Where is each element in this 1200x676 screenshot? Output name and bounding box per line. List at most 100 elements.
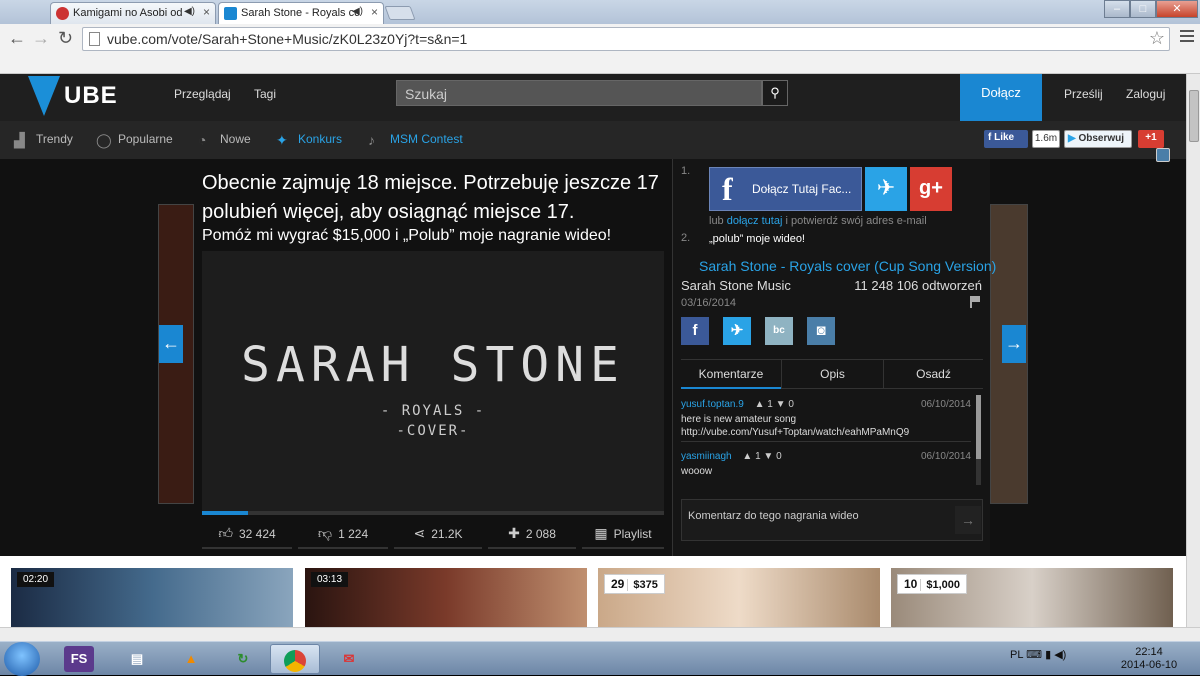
- upload-link[interactable]: Prześlij: [1064, 87, 1103, 101]
- keyboard-icon[interactable]: ⌨: [1026, 649, 1042, 661]
- gplus-join-button[interactable]: g+: [910, 167, 952, 211]
- thumbs-down-icon[interactable]: ▼: [776, 399, 786, 410]
- thumbs-up-icon[interactable]: ▲: [742, 451, 752, 462]
- nav-msm-contest[interactable]: ♪ MSM Contest: [368, 132, 463, 147]
- down-count: 0: [788, 399, 794, 410]
- refresh-app-icon[interactable]: ↻: [218, 644, 268, 674]
- thumbs-up-icon[interactable]: ▲: [755, 399, 765, 410]
- nav-new[interactable]: ◔ Nowe: [198, 132, 251, 147]
- bookmark-star-icon[interactable]: ☆: [1149, 28, 1165, 49]
- login-link[interactable]: Zaloguj: [1126, 87, 1165, 101]
- comment-submit-button[interactable]: →: [955, 506, 981, 534]
- video-title-link[interactable]: Sarah Stone - Royals cover (Cup Song Ver…: [699, 258, 996, 274]
- close-icon[interactable]: ×: [371, 5, 378, 19]
- language-indicator[interactable]: PL: [1010, 649, 1023, 661]
- follow-label: Obserwuj: [1078, 133, 1125, 144]
- like-button[interactable]: 👍︎ 32 424: [202, 519, 292, 549]
- join-button[interactable]: Dołącz: [960, 74, 1042, 121]
- nav-tags-link[interactable]: Tagi: [254, 87, 276, 101]
- forward-arrow-icon[interactable]: →: [32, 28, 50, 49]
- url-text: vube.com/vote/Sarah+Stone+Music/zK0L23z0…: [107, 31, 468, 47]
- nav-popular[interactable]: ◯ Popularne: [96, 132, 173, 147]
- start-button[interactable]: [4, 642, 40, 676]
- playlist-button[interactable]: ▦ Playlist: [582, 519, 664, 549]
- thumbs-down-icon[interactable]: ▼: [763, 451, 773, 462]
- share-instagram-button[interactable]: ◙: [807, 317, 835, 345]
- comment-user[interactable]: yusuf.toptan.9: [681, 399, 744, 410]
- page-horizontal-scrollbar[interactable]: [0, 627, 1200, 641]
- speaker-icon: ◀): [351, 6, 363, 17]
- system-tray: PL ⌨ ▮ ◀): [1010, 648, 1066, 661]
- comments-scrollbar[interactable]: [976, 395, 981, 485]
- rank-badge: 29 $375: [604, 574, 665, 594]
- share-twitter-button[interactable]: ✈: [723, 317, 751, 345]
- prize-amount: $1,000: [920, 579, 961, 591]
- gplus-button[interactable]: +1: [1138, 130, 1164, 148]
- comment-user[interactable]: yasmiinagh: [681, 451, 732, 462]
- video-thumbnail[interactable]: 03:13: [305, 568, 587, 627]
- playlist-label: Playlist: [613, 527, 652, 541]
- video-player[interactable]: SARAH STONE - ROYALS - -COVER-: [202, 251, 664, 513]
- search-input[interactable]: Szukaj: [396, 80, 762, 106]
- previous-arrow-button[interactable]: ←: [159, 325, 183, 363]
- close-icon[interactable]: ×: [203, 5, 210, 19]
- maximize-button[interactable]: □: [1130, 0, 1156, 18]
- tab-embed[interactable]: Osadź: [883, 360, 983, 389]
- channel-name[interactable]: Sarah Stone Music: [681, 278, 791, 293]
- browser-tab-sarah-stone[interactable]: Sarah Stone - Royals cc ◀) ×: [218, 2, 384, 24]
- share-bandcamp-button[interactable]: bc: [765, 317, 793, 345]
- new-tab-button[interactable]: [384, 6, 416, 20]
- comment-votes: ▲ 1 ▼ 0: [742, 451, 781, 462]
- system-clock[interactable]: 22:14 2014-06-10: [1118, 646, 1180, 672]
- share-button[interactable]: ⋖ 21.2K: [394, 519, 482, 549]
- search-button[interactable]: ⚲: [762, 80, 788, 106]
- tab-description[interactable]: Opis: [781, 360, 883, 389]
- facebook-icon: f: [692, 322, 698, 339]
- address-bar[interactable]: vube.com/vote/Sarah+Stone+Music/zK0L23z0…: [82, 27, 1170, 51]
- menu-icon[interactable]: [1180, 30, 1194, 45]
- browser-tab-bar: Kamigami no Asobi od ◀) × Sarah Stone - …: [0, 0, 1200, 24]
- instagram-icon[interactable]: [1156, 148, 1170, 162]
- chrome-icon[interactable]: [270, 644, 320, 674]
- video-thumbnail[interactable]: 29 $375: [598, 568, 880, 627]
- tab-comments[interactable]: Komentarze: [681, 360, 781, 389]
- vlc-icon[interactable]: ▲: [166, 644, 216, 674]
- rank-number: 29: [611, 577, 625, 591]
- volume-icon[interactable]: ◀): [1054, 649, 1066, 661]
- facebook-like-button[interactable]: f Like: [984, 130, 1028, 148]
- twitter-join-button[interactable]: ✈: [865, 167, 907, 211]
- twitter-follow-button[interactable]: ▶ Obserwuj: [1064, 130, 1132, 148]
- scroll-thumb[interactable]: [976, 395, 981, 459]
- browser-tab-kamigami[interactable]: Kamigami no Asobi od ◀) ×: [50, 2, 216, 24]
- back-arrow-icon[interactable]: ←: [8, 28, 26, 49]
- video-thumbnail[interactable]: 02:20: [11, 568, 293, 627]
- mail-app-icon[interactable]: ✉: [324, 644, 374, 674]
- taskbar-app-fs[interactable]: FS: [64, 646, 94, 672]
- network-icon[interactable]: ▮: [1045, 649, 1051, 661]
- comment-input[interactable]: Komentarz do tego nagrania wideo: [681, 499, 983, 541]
- reload-icon[interactable]: ↻: [58, 28, 73, 49]
- nav-browse-link[interactable]: Przeglądaj: [174, 87, 231, 101]
- window-close-button[interactable]: ✕: [1156, 0, 1198, 18]
- vube-logo[interactable]: UBE: [20, 76, 130, 120]
- next-arrow-button[interactable]: →: [1002, 325, 1026, 363]
- add-button[interactable]: ✚ 2 088: [488, 519, 576, 549]
- search-icon: ⚲: [770, 85, 780, 100]
- file-explorer-icon[interactable]: ▤: [112, 644, 162, 674]
- minimize-button[interactable]: –: [1104, 0, 1130, 18]
- video-thumbnail[interactable]: 10 $1,000: [891, 568, 1173, 627]
- flag-icon[interactable]: [970, 296, 980, 308]
- share-facebook-button[interactable]: f: [681, 317, 709, 345]
- scroll-thumb[interactable]: [1189, 90, 1199, 142]
- add-count: 2 088: [525, 527, 556, 541]
- nav-label: Popularne: [118, 132, 173, 146]
- nav-contest[interactable]: ✦ Konkurs: [276, 132, 342, 147]
- facebook-join-button[interactable]: f Dołącz Tutaj Fac...: [709, 167, 862, 211]
- dislike-button[interactable]: 👎︎ 1 224: [298, 519, 388, 549]
- nav-trending[interactable]: ▟ Trendy: [14, 132, 73, 147]
- page-vertical-scrollbar[interactable]: [1186, 74, 1200, 627]
- join-here-link[interactable]: dołącz tutaj: [727, 215, 783, 227]
- nav-label: Konkurs: [298, 132, 343, 146]
- video-progress-bar[interactable]: [202, 511, 664, 515]
- comment-tabs: Komentarze Opis Osadź: [681, 359, 983, 389]
